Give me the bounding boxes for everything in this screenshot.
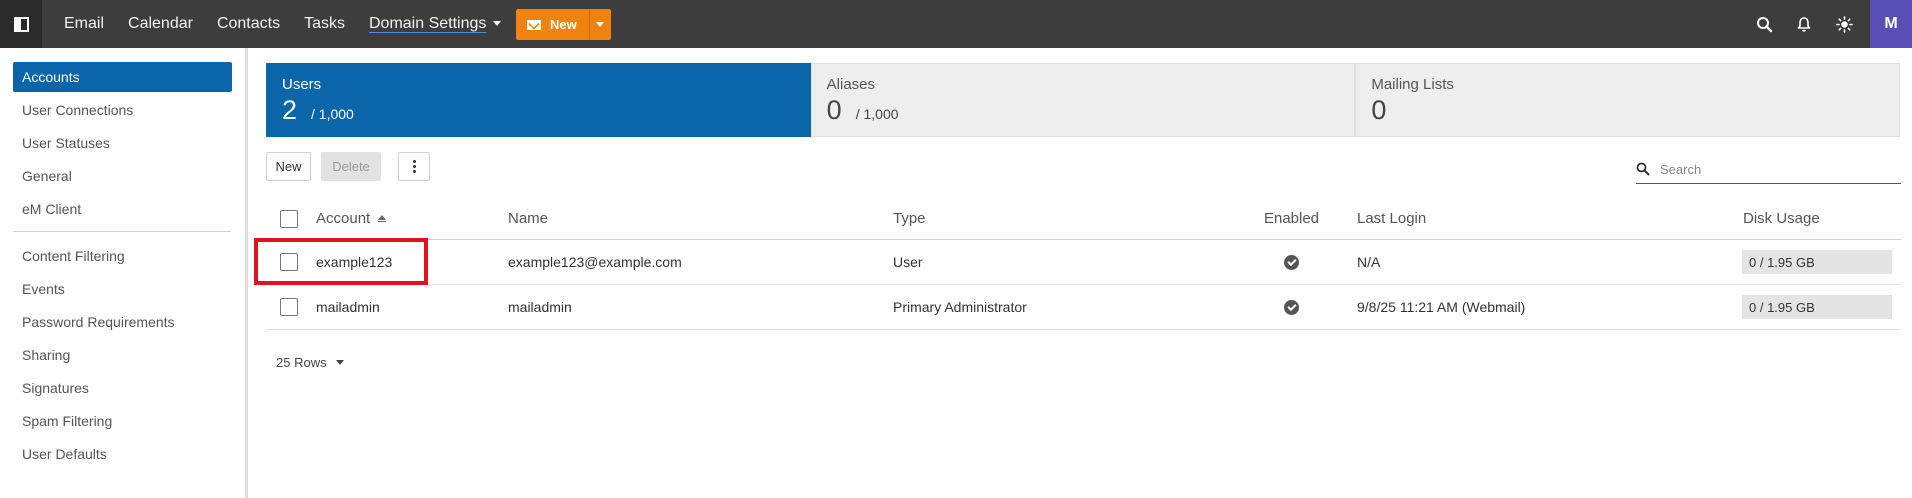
cell-type: Primary Administrator	[893, 299, 1027, 315]
sort-ascending-icon	[378, 215, 387, 222]
search-input[interactable]	[1660, 161, 1880, 177]
sidebar: Accounts User Connections User Statuses …	[0, 48, 248, 498]
rows-per-page-label: 25 Rows	[276, 355, 327, 370]
envelope-icon	[527, 19, 541, 30]
panel-toggle-icon[interactable]	[0, 0, 42, 48]
aliases-tile-label: Aliases	[826, 76, 876, 93]
nav-email[interactable]: Email	[64, 15, 104, 33]
aliases-max: / 1,000	[855, 106, 899, 122]
mailing-lists-tile-label: Mailing Lists	[1371, 76, 1454, 93]
table-row[interactable]: example123 example123@example.com User N…	[266, 240, 1901, 285]
column-account-label: Account	[316, 210, 371, 227]
sidebar-item-signatures[interactable]: Signatures	[13, 373, 232, 403]
cell-account: mailadmin	[316, 299, 380, 315]
column-last-login[interactable]: Last Login	[1357, 198, 1426, 239]
enabled-check-icon	[1284, 254, 1299, 270]
search-box	[1636, 155, 1901, 184]
row-checkbox[interactable]	[280, 298, 298, 316]
sidebar-item-user-defaults[interactable]: User Defaults	[13, 439, 232, 469]
column-account[interactable]: Account	[316, 198, 387, 239]
users-tile[interactable]: Users 2 / 1,000	[266, 63, 811, 137]
new-item-button-group: New	[516, 9, 611, 40]
mailing-lists-count: 0	[1371, 95, 1387, 125]
new-item-button[interactable]: New	[516, 9, 589, 40]
main-nav: Email Calendar Contacts Tasks Domain Set…	[64, 0, 525, 48]
stat-tiles: Users 2 / 1,000 Aliases 0 / 1,000 Mailin…	[266, 63, 1901, 137]
sidebar-item-password-requirements[interactable]: Password Requirements	[13, 307, 232, 337]
users-max: / 1,000	[311, 106, 354, 122]
users-count: 2	[282, 95, 298, 125]
nav-calendar[interactable]: Calendar	[128, 15, 193, 33]
column-enabled[interactable]: Enabled	[1245, 198, 1338, 239]
new-account-button[interactable]: New	[266, 152, 311, 181]
nav-domain-settings[interactable]: Domain Settings	[369, 15, 502, 33]
rows-per-page-select[interactable]: 25 Rows	[276, 355, 344, 370]
new-item-label: New	[550, 17, 577, 32]
cell-name: example123@example.com	[508, 254, 682, 270]
cell-type: User	[893, 254, 923, 270]
cell-name: mailadmin	[508, 299, 572, 315]
bell-icon[interactable]	[1784, 0, 1824, 48]
column-name[interactable]: Name	[508, 198, 548, 239]
chevron-down-icon	[493, 21, 502, 27]
sidebar-item-em-client[interactable]: eM Client	[13, 194, 232, 224]
sidebar-divider	[13, 231, 231, 232]
delete-button[interactable]: Delete	[321, 152, 381, 181]
row-checkbox[interactable]	[280, 253, 298, 271]
top-bar: Email Calendar Contacts Tasks Domain Set…	[0, 0, 1912, 48]
sidebar-item-content-filtering[interactable]: Content Filtering	[13, 241, 232, 271]
enabled-check-icon	[1284, 299, 1299, 315]
table-header: Account Name Type Enabled Last Login Dis…	[266, 198, 1901, 240]
table-row[interactable]: mailadmin mailadmin Primary Administrato…	[266, 285, 1901, 330]
sidebar-item-general[interactable]: General	[13, 161, 232, 191]
sidebar-item-user-statuses[interactable]: User Statuses	[13, 128, 232, 158]
nav-domain-settings-label: Domain Settings	[369, 15, 487, 32]
sun-icon[interactable]	[1824, 0, 1864, 48]
new-item-dropdown[interactable]	[588, 9, 611, 40]
column-type[interactable]: Type	[893, 198, 926, 239]
nav-contacts[interactable]: Contacts	[217, 15, 280, 33]
mailing-lists-tile[interactable]: Mailing Lists 0	[1355, 63, 1901, 137]
sidebar-item-accounts[interactable]: Accounts	[13, 62, 232, 92]
sidebar-item-sharing[interactable]: Sharing	[13, 340, 232, 370]
chevron-down-icon	[596, 22, 605, 27]
aliases-count: 0	[826, 95, 842, 125]
sidebar-item-spam-filtering[interactable]: Spam Filtering	[13, 406, 232, 436]
more-options-icon[interactable]	[398, 152, 430, 181]
search-icon	[1636, 162, 1650, 176]
top-icons: M	[1744, 0, 1912, 48]
users-tile-label: Users	[282, 76, 322, 93]
cell-last-login: N/A	[1357, 254, 1381, 270]
sidebar-item-user-connections[interactable]: User Connections	[13, 95, 232, 125]
select-all-checkbox[interactable]	[280, 209, 298, 228]
chevron-down-icon	[335, 360, 344, 365]
disk-usage-bar: 0 / 1.95 GB	[1742, 250, 1892, 274]
cell-last-login: 9/8/25 11:21 AM (Webmail)	[1357, 299, 1526, 315]
sidebar-item-events[interactable]: Events	[13, 274, 232, 304]
aliases-tile[interactable]: Aliases 0 / 1,000	[810, 63, 1356, 137]
column-disk-usage[interactable]: Disk Usage	[1743, 198, 1820, 239]
search-icon[interactable]	[1744, 0, 1784, 48]
disk-usage-bar: 0 / 1.95 GB	[1742, 295, 1892, 319]
accounts-table: Account Name Type Enabled Last Login Dis…	[266, 198, 1901, 330]
cell-account: example123	[316, 254, 393, 270]
avatar[interactable]: M	[1870, 0, 1912, 48]
nav-tasks[interactable]: Tasks	[304, 15, 345, 33]
